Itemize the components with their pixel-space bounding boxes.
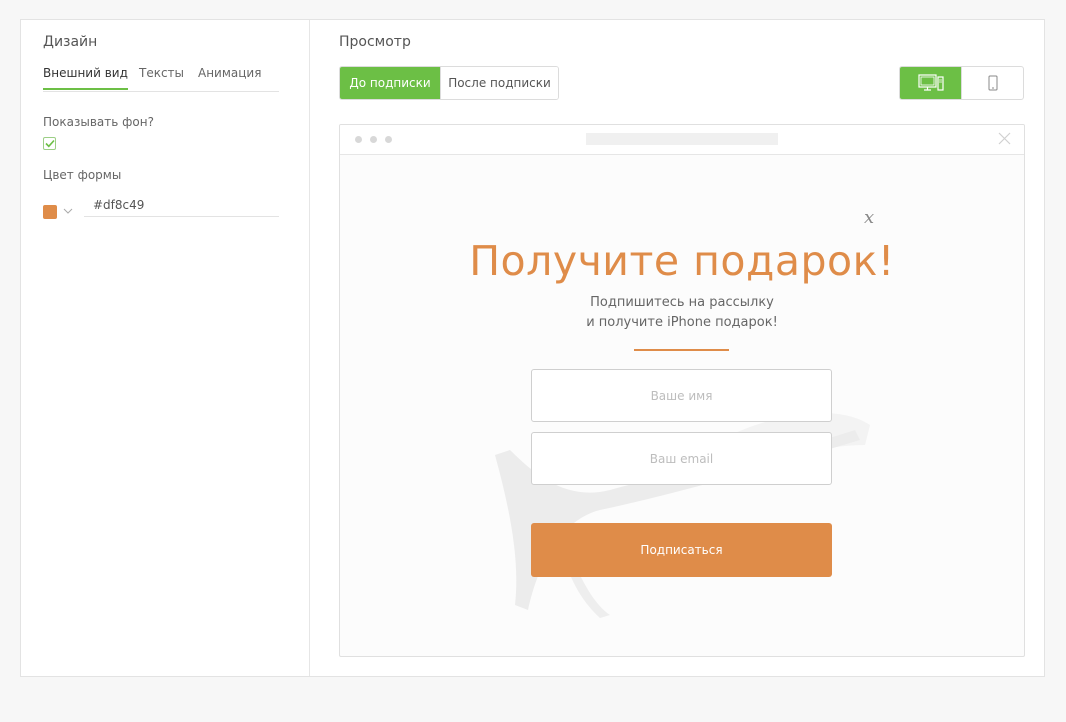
popup-close-icon[interactable]: x xyxy=(864,207,874,228)
form-color-input[interactable] xyxy=(84,193,279,217)
preview-window: x Получите подарок! Подпишитесь на рассы… xyxy=(339,124,1025,657)
settings-card: Дизайн Внешний вид Тексты Анимация Показ… xyxy=(20,19,1045,677)
show-background-label: Показывать фон? xyxy=(43,115,154,129)
popup-divider xyxy=(634,349,729,351)
device-toggle xyxy=(899,66,1024,100)
show-background-checkbox[interactable] xyxy=(43,137,56,150)
tab-texts[interactable]: Тексты xyxy=(139,66,184,88)
preview-title: Просмотр xyxy=(339,34,411,50)
tab-appearance[interactable]: Внешний вид xyxy=(43,66,128,90)
window-dot xyxy=(385,136,392,143)
address-bar xyxy=(586,133,778,145)
close-icon[interactable] xyxy=(998,132,1011,145)
design-panel-title: Дизайн xyxy=(43,34,98,50)
after-subscribe-button[interactable]: После подписки xyxy=(440,67,558,99)
desktop-icon xyxy=(917,74,944,91)
before-subscribe-button[interactable]: До подписки xyxy=(340,67,440,99)
subscription-state-toggle: До подписки После подписки xyxy=(339,66,559,100)
checkmark-icon xyxy=(44,139,55,148)
popup-subline-2: и получите iPhone подарок! xyxy=(586,315,778,330)
form-color-label: Цвет формы xyxy=(43,168,122,182)
form-color-swatch[interactable] xyxy=(43,205,57,219)
window-dot xyxy=(355,136,362,143)
preview-window-titlebar xyxy=(340,125,1024,155)
mobile-view-button[interactable] xyxy=(961,67,1023,99)
popup-headline: Получите подарок! xyxy=(469,237,895,285)
design-tabs: Внешний вид Тексты Анимация xyxy=(43,66,279,92)
desktop-view-button[interactable] xyxy=(900,67,961,99)
window-dot xyxy=(370,136,377,143)
popup-subline-1: Подпишитесь на рассылку xyxy=(590,295,774,310)
chevron-down-icon[interactable] xyxy=(63,206,73,216)
tab-animation[interactable]: Анимация xyxy=(198,66,261,88)
mobile-icon xyxy=(988,75,997,91)
email-field[interactable] xyxy=(531,432,832,485)
design-panel: Дизайн Внешний вид Тексты Анимация Показ… xyxy=(21,20,310,676)
subscribe-button[interactable]: Подписаться xyxy=(531,523,832,577)
name-field[interactable] xyxy=(531,369,832,422)
